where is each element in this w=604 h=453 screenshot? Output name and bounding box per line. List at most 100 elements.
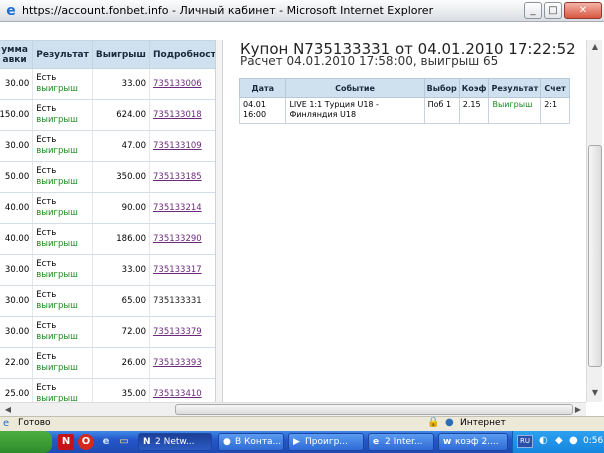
show-desktop-icon[interactable]: ▭ <box>116 434 132 450</box>
coupon-link[interactable]: 735133006 <box>153 79 202 89</box>
bet-result: Есть выигрыш <box>32 130 93 162</box>
bet-result-line1: Есть <box>36 383 57 393</box>
bet-row: 25.00 Есть выигрыш 35.00 735133410 <box>0 378 215 402</box>
bet-result: Есть выигрыш <box>32 68 93 100</box>
coupon-link[interactable]: 735133018 <box>153 110 202 120</box>
scroll-down-icon[interactable]: ▼ <box>589 388 601 400</box>
coupon-link[interactable]: 735133317 <box>153 265 202 275</box>
taskbar-button-label: коэф 2.... <box>455 437 499 447</box>
bet-details: 735133379 <box>149 316 215 348</box>
taskbar-button[interactable]: e 2 Inter... <box>368 433 434 451</box>
bet-payout: 47.00 <box>92 130 151 162</box>
bet-result-line2: выигрыш <box>36 84 78 94</box>
bet-row: 30.00 Есть выигрыш 33.00 735133317 <box>0 254 215 286</box>
bet-amount: 40.00 <box>0 223 34 255</box>
vertical-scroll-thumb[interactable] <box>588 145 602 367</box>
scroll-up-icon[interactable]: ▲ <box>589 42 601 54</box>
network-icon[interactable]: ◐ <box>539 435 548 446</box>
tray-app-icon[interactable]: ● <box>569 435 578 446</box>
taskbar-button-label: Проигр... <box>305 437 348 447</box>
bet-payout: 35.00 <box>92 378 151 402</box>
bet-row: 30.00 Есть выигрыш 65.00 735133331 <box>0 285 215 317</box>
ie-icon: e <box>6 3 16 19</box>
bet-details: 735133393 <box>149 347 215 379</box>
bet-result: Есть выигрыш <box>32 378 93 402</box>
bet-result-line2: выигрыш <box>36 239 78 249</box>
taskbar-button[interactable]: w коэф 2.... <box>438 433 508 451</box>
lock-icon[interactable]: 🔒 <box>427 417 439 428</box>
bet-amount: 50.00 <box>0 161 34 193</box>
clock: 0:56 <box>583 436 604 446</box>
coupon-link[interactable]: 735133290 <box>153 234 202 244</box>
bet-amount: 30.00 <box>0 254 34 286</box>
bet-result-line1: Есть <box>36 73 57 83</box>
bet-result-line1: Есть <box>36 135 57 145</box>
taskbar-app-icon: w <box>443 437 452 447</box>
bet-amount: 30.00 <box>0 285 34 317</box>
minimize-button[interactable]: _ <box>524 2 542 19</box>
bet-payout: 624.00 <box>92 99 151 131</box>
horizontal-scrollbar[interactable]: ◀ ▶ <box>0 402 586 416</box>
bet-details: 735133018 <box>149 99 215 131</box>
bet-result-line1: Есть <box>36 321 57 331</box>
bet-result-line2: выигрыш <box>36 115 78 125</box>
taskbar-button[interactable]: ● В Конта... <box>218 433 284 451</box>
security-zone: Интернет <box>460 418 506 428</box>
taskbar-button[interactable]: N 2 Netw... <box>138 433 212 451</box>
opera-quicklaunch-icon[interactable]: O <box>78 434 94 450</box>
coupon-link[interactable]: 735133379 <box>153 327 202 337</box>
language-indicator[interactable]: RU <box>517 435 533 448</box>
pane-splitter[interactable] <box>215 40 223 402</box>
col-result: Результат <box>32 40 93 69</box>
col-payout: Выигрыш <box>91 40 151 69</box>
coupon-link[interactable]: 735133393 <box>153 358 202 368</box>
bet-amount: 150.00 <box>0 99 34 131</box>
bet-result-line1: Есть <box>36 228 57 238</box>
bets-table: умма авки Результат Выигрыш Подробности … <box>0 40 215 402</box>
bet-result-line1: Есть <box>36 290 57 300</box>
coupon-choice: Поб 1 <box>423 97 460 124</box>
coupon-date: 04.01 16:00 <box>238 97 287 124</box>
scroll-left-icon[interactable]: ◀ <box>2 404 14 416</box>
scroll-right-icon[interactable]: ▶ <box>572 404 584 416</box>
close-button[interactable]: ✕ <box>564 2 602 19</box>
bet-details: 735133290 <box>149 223 215 255</box>
horizontal-scroll-thumb[interactable] <box>175 404 573 415</box>
coupon-link[interactable]: 735133214 <box>153 203 202 213</box>
bet-result: Есть выигрыш <box>32 99 93 131</box>
netscape-quicklaunch-icon[interactable]: N <box>58 434 74 450</box>
coupon-link[interactable]: 735133410 <box>153 389 202 399</box>
taskbar-button[interactable]: ▶ Проигр... <box>288 433 364 451</box>
bet-row: 30.00 Есть выигрыш 47.00 735133109 <box>0 130 215 162</box>
bet-payout: 33.00 <box>92 68 151 100</box>
volume-icon[interactable]: ◆ <box>555 435 563 446</box>
bet-details: 735133410 <box>149 378 215 402</box>
windows-taskbar: N O e ▭ N 2 Netw... ● В Конта... ▶ Проигр... e… <box>0 431 604 453</box>
coupon-link[interactable]: 735133109 <box>153 141 202 151</box>
bet-amount: 25.00 <box>0 378 34 402</box>
window-title: https://account.fonbet.info - Личный каб… <box>22 4 434 17</box>
bet-result-line1: Есть <box>36 352 57 362</box>
bet-result-line2: выигрыш <box>36 208 78 218</box>
bet-amount: 30.00 <box>0 130 34 162</box>
bet-result: Есть выигрыш <box>32 316 93 348</box>
bet-result-line1: Есть <box>36 166 57 176</box>
coupon-col-choice: Выбор <box>423 78 460 98</box>
bet-payout: 72.00 <box>92 316 151 348</box>
vertical-scrollbar[interactable]: ▲ ▼ <box>586 40 602 402</box>
bet-result: Есть выигрыш <box>32 347 93 379</box>
ie-quicklaunch-icon[interactable]: e <box>98 434 114 450</box>
globe-icon: ● <box>445 417 454 428</box>
bet-result-line1: Есть <box>36 197 57 207</box>
start-button[interactable] <box>0 431 52 453</box>
bet-row: 50.00 Есть выигрыш 350.00 735133185 <box>0 161 215 193</box>
bet-result-line2: выигрыш <box>36 332 78 342</box>
coupon-link[interactable]: 735133185 <box>153 172 202 182</box>
bet-row: 30.00 Есть выигрыш 72.00 735133379 <box>0 316 215 348</box>
coupon-row: 04.01 16:00 LIVE 1:1 Турция U18 - Финлян… <box>238 97 570 124</box>
taskbar-app-icon: ● <box>223 437 231 447</box>
bet-result: Есть выигрыш <box>32 254 93 286</box>
maximize-button[interactable]: □ <box>544 2 562 19</box>
bet-result-line2: выигрыш <box>36 301 78 311</box>
coupon-subtitle: Расчет 04.01.2010 17:58:00, выигрыш 65 <box>240 54 499 68</box>
